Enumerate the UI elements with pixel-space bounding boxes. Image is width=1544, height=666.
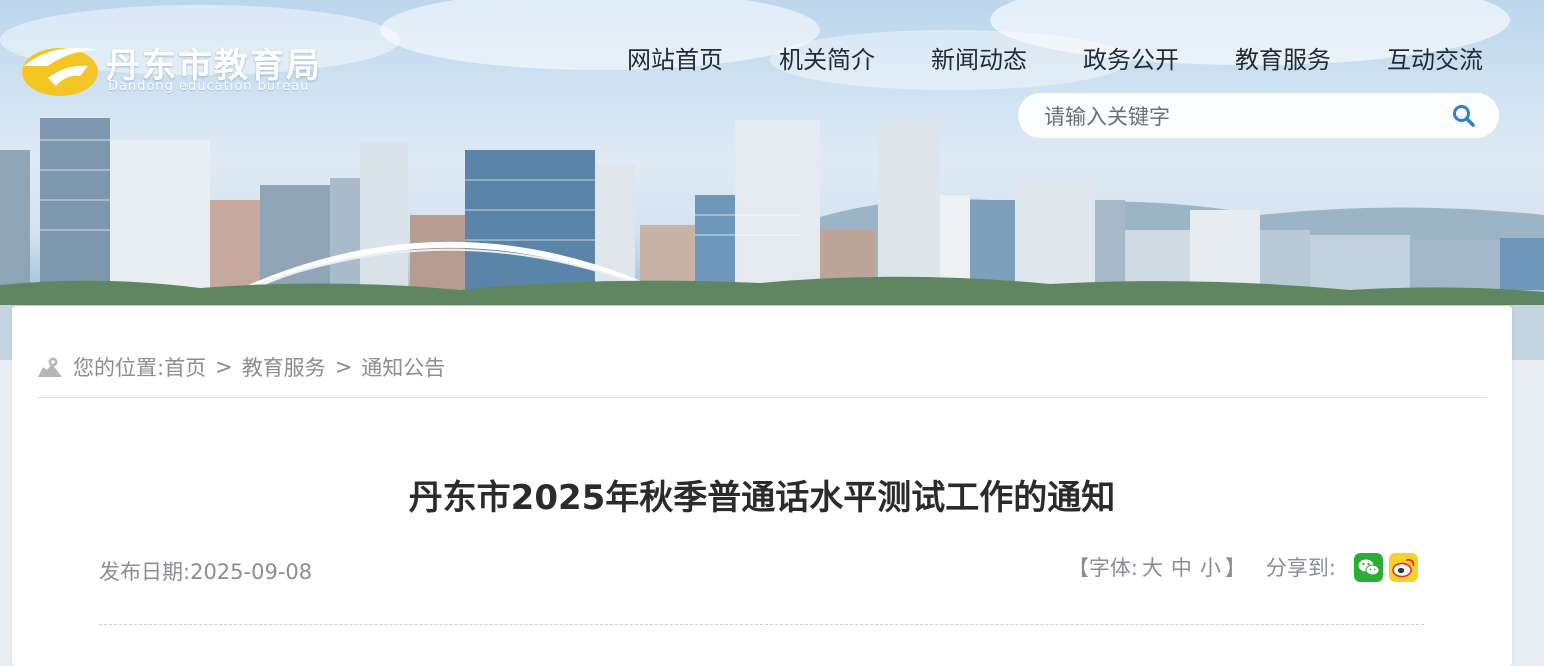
nav-item-home[interactable]: 网站首页 [627,40,723,75]
article-tools: 【字体: 大 中 小 】 分享到: [1068,552,1418,582]
logo-subtitle: Dandong education bureau [108,79,310,94]
site-logo[interactable]: 丹东市教育局 Dandong education bureau [18,36,348,102]
breadcrumb-separator: > [215,355,233,379]
breadcrumb-notices[interactable]: 通知公告 [361,352,445,382]
location-map-icon [38,357,62,377]
breadcrumb-edu-services[interactable]: 教育服务 [242,352,326,382]
breadcrumb: 您的位置: 首页 > 教育服务 > 通知公告 [37,352,445,382]
wechat-icon[interactable] [1354,552,1383,582]
publish-date: 发布日期:2025-09-08 [99,556,312,586]
publish-date-label: 发布日期: [99,560,191,584]
article-title: 丹东市2025年秋季普通话水平测试工作的通知 [408,478,1116,518]
weibo-icon[interactable] [1389,552,1418,582]
breadcrumb-home[interactable]: 首页 [164,352,206,382]
share-label: 分享到: [1265,556,1336,580]
nav-item-edu-services[interactable]: 教育服务 [1235,40,1331,75]
nav-item-interaction[interactable]: 互动交流 [1387,40,1483,75]
search-input[interactable] [1042,93,1446,140]
font-size-small-button[interactable]: 小 [1200,552,1221,582]
content-card: 您的位置: 首页 > 教育服务 > 通知公告 丹东市2025年秋季普通话水平测试… [12,306,1512,666]
main-nav: 网站首页 机关简介 新闻动态 政务公开 教育服务 互动交流 [627,40,1483,75]
font-size-label: 【字体: [1067,556,1138,580]
meta-divider [99,624,1424,625]
breadcrumb-divider [37,397,1487,398]
font-size-large-button[interactable]: 大 [1142,552,1163,582]
nav-item-news[interactable]: 新闻动态 [931,40,1027,75]
logo-emblem-icon [22,48,98,96]
nav-item-gov-info[interactable]: 政务公开 [1083,40,1179,75]
font-size-close: 】 [1224,556,1246,580]
breadcrumb-separator: > [334,355,353,379]
search-box [1018,93,1499,140]
search-icon[interactable] [1451,103,1477,129]
font-size-medium-button[interactable]: 中 [1171,552,1192,582]
publish-date-value: 2025-09-08 [190,560,313,584]
breadcrumb-prefix: 您的位置: [73,356,165,380]
nav-item-about[interactable]: 机关简介 [779,40,875,75]
